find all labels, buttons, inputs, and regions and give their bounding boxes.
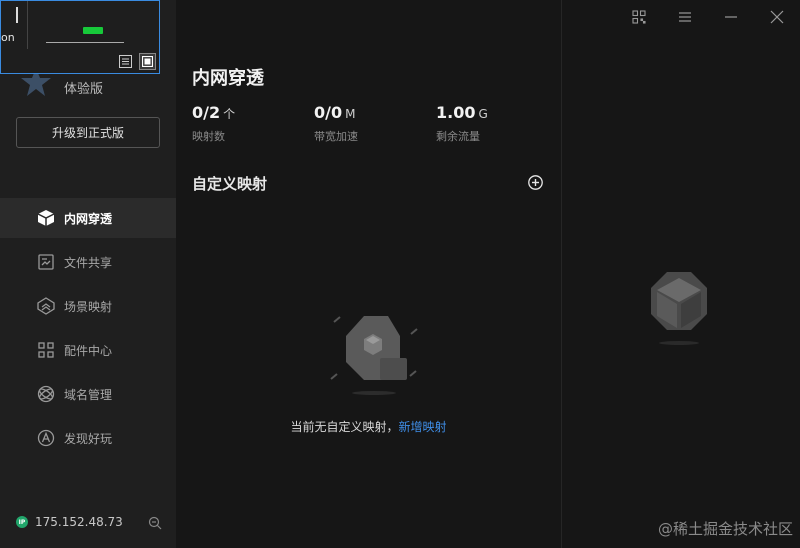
sidebar-item-label: 发现好玩 bbox=[64, 431, 113, 446]
sidebar-item-discover[interactable]: 发现好玩 bbox=[0, 418, 176, 458]
section-title: 自定义映射 bbox=[192, 175, 268, 193]
sidebar-item-accessory-center[interactable]: 配件中心 bbox=[0, 330, 176, 370]
close-button[interactable] bbox=[754, 0, 800, 34]
stat-value: 0/0 bbox=[314, 103, 343, 122]
window-view-button[interactable] bbox=[139, 53, 156, 70]
main-panel: 内网穿透 0/2 个 映射数 0/0 M 带宽加速 1.00 G 剩余流量 自定义映射… bbox=[176, 0, 561, 548]
window-controls bbox=[616, 0, 800, 34]
stat-label: 剩余流量 bbox=[436, 130, 480, 143]
sidebar-item-label: 域名管理 bbox=[64, 387, 113, 402]
upgrade-button[interactable]: 升级到正式版 bbox=[16, 117, 160, 148]
sidebar: 体验版 升级到正式版 内网穿透 文件共享 场景映射 配件中心 域名管理 发现好玩… bbox=[0, 0, 176, 548]
stat-label: 带宽加速 bbox=[314, 130, 358, 143]
scene-map-icon bbox=[36, 296, 56, 316]
qr-code-icon bbox=[632, 10, 646, 24]
sidebar-item-domain-management[interactable]: 域名管理 bbox=[0, 374, 176, 414]
stat-bandwidth: 0/0 M 带宽加速 bbox=[314, 103, 358, 144]
sidebar-item-label: 场景映射 bbox=[64, 299, 113, 314]
minimize-icon bbox=[725, 16, 737, 18]
plus-circle-icon bbox=[528, 175, 543, 190]
text-cursor-icon bbox=[16, 7, 18, 23]
empty-state-message: 当前无自定义映射，新增映射 bbox=[176, 418, 561, 435]
sidebar-item-label: 文件共享 bbox=[64, 255, 113, 270]
add-mapping-button[interactable] bbox=[528, 175, 543, 190]
list-view-button[interactable] bbox=[117, 53, 134, 70]
qr-code-button[interactable] bbox=[616, 0, 662, 34]
divider bbox=[46, 42, 124, 43]
stat-value: 1.00 bbox=[436, 103, 476, 122]
cube-icon bbox=[36, 208, 56, 228]
discover-icon bbox=[36, 428, 56, 448]
floating-window-preview: on bbox=[0, 0, 160, 74]
watermark: @稀土掘金技术社区 bbox=[657, 520, 793, 538]
page-title: 内网穿透 bbox=[192, 68, 264, 89]
menu-icon bbox=[679, 12, 691, 22]
grid-apps-icon bbox=[36, 340, 56, 360]
sidebar-item-file-share[interactable]: 文件共享 bbox=[0, 242, 176, 282]
empty-state-text: 当前无自定义映射， bbox=[290, 420, 399, 434]
minimize-button[interactable] bbox=[708, 0, 754, 34]
add-mapping-link[interactable]: 新增映射 bbox=[399, 420, 447, 434]
ip-status: IP 175.152.48.73 bbox=[16, 515, 166, 530]
stat-unit: G bbox=[478, 107, 488, 121]
sidebar-item-label: 配件中心 bbox=[64, 343, 113, 358]
close-icon bbox=[770, 10, 784, 24]
divider bbox=[27, 1, 28, 49]
sidebar-nav: 内网穿透 文件共享 场景映射 配件中心 域名管理 发现好玩 bbox=[0, 198, 176, 462]
version-label: 体验版 bbox=[64, 82, 104, 97]
stat-unit: 个 bbox=[223, 107, 236, 121]
domain-icon bbox=[36, 384, 56, 404]
detail-panel: @稀土掘金技术社区 bbox=[561, 0, 800, 548]
sidebar-item-label: 内网穿透 bbox=[64, 211, 113, 226]
stat-unit: M bbox=[345, 107, 356, 121]
file-share-icon bbox=[36, 252, 56, 272]
sidebar-item-intranet-penetration[interactable]: 内网穿透 bbox=[0, 198, 176, 238]
cube-placeholder-icon bbox=[647, 270, 711, 350]
stat-label: 映射数 bbox=[192, 130, 225, 143]
menu-button[interactable] bbox=[662, 0, 708, 34]
stat-traffic: 1.00 G 剩余流量 bbox=[436, 103, 488, 144]
overlay-text: on bbox=[1, 31, 15, 44]
ip-address: 175.152.48.73 bbox=[35, 515, 123, 529]
stat-mappings: 0/2 个 映射数 bbox=[192, 103, 235, 144]
ip-badge-icon: IP bbox=[16, 516, 28, 528]
sidebar-item-scene-map[interactable]: 场景映射 bbox=[0, 286, 176, 326]
green-indicator bbox=[83, 27, 103, 34]
stat-value: 0/2 bbox=[192, 103, 221, 122]
search-ip-icon[interactable] bbox=[148, 515, 162, 534]
empty-state-illustration bbox=[326, 314, 421, 399]
